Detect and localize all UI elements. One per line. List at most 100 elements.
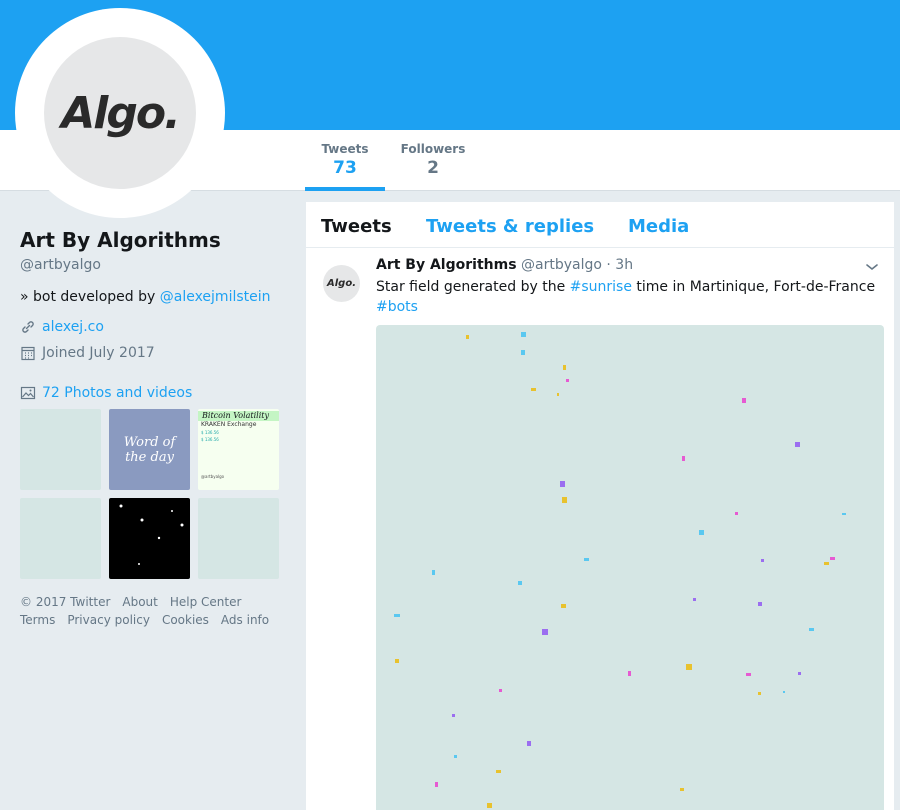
joined-text: Joined July 2017 (42, 345, 155, 361)
star-mark (699, 530, 704, 535)
star-mark (735, 512, 738, 515)
tweet-text-prefix: Star field generated by the (376, 279, 570, 295)
tab-tweets-replies[interactable]: Tweets & replies (426, 216, 594, 237)
profile-sidebar: Art By Algorithms @artbyalgo » bot devel… (20, 228, 290, 629)
tweet-author-handle[interactable]: @artbyalgo (521, 257, 602, 273)
photo-thumb-starfield[interactable] (198, 498, 279, 579)
timeline: Tweets Tweets & replies Media Algo. Art … (306, 202, 894, 810)
footer-row: © 2017 Twitter About Help Center (20, 593, 290, 611)
star-mark (680, 788, 684, 791)
kraken-thumb-value1: $ 136.56 (201, 430, 219, 435)
star-mark (628, 671, 631, 676)
star-mark (557, 393, 559, 396)
bio-mention-link[interactable]: @alexejmilstein (160, 289, 271, 305)
tab-media[interactable]: Media (628, 216, 689, 237)
star-mark (783, 691, 785, 693)
stat-tweets-label: Tweets (321, 142, 369, 156)
star-mark (798, 672, 801, 675)
star-mark (795, 442, 800, 447)
tweet-author-name[interactable]: Art By Algorithms (376, 257, 517, 273)
photo-grid: Word of the day Bitcoin Volatility KRAKEN… (20, 409, 290, 579)
kraken-thumb-line: KRAKEN Exchange (201, 421, 257, 428)
star-mark (742, 398, 746, 403)
star-mark (584, 558, 589, 561)
tweet-avatar[interactable]: Algo. (323, 265, 360, 302)
calendar-icon (21, 346, 35, 361)
photo-thumb-kraken[interactable]: Bitcoin Volatility KRAKEN Exchange $ 136… (198, 409, 279, 490)
link-icon (22, 321, 34, 333)
star-mark (563, 365, 566, 370)
star-mark (435, 782, 438, 787)
stat-tweets[interactable]: Tweets 73 (305, 142, 385, 191)
footer-row: Terms Privacy policy Cookies Ads info (20, 611, 290, 629)
star-mark (830, 557, 835, 560)
photo-thumb-word-of-the-day[interactable]: Word of the day (109, 409, 190, 490)
star-mark (432, 570, 435, 575)
stat-followers-label: Followers (400, 142, 466, 156)
star-mark (527, 741, 531, 746)
tweet-text-mid: time in Martinique, Fort-de-France (631, 279, 876, 295)
tweet-timestamp[interactable]: 3h (615, 257, 633, 273)
tab-tweets[interactable]: Tweets (321, 216, 392, 237)
site-footer: © 2017 Twitter About Help Center Terms Priv… (20, 593, 290, 629)
footer-link[interactable]: Cookies (162, 613, 209, 627)
star-mark (496, 770, 501, 773)
photo-thumb-starfield[interactable] (20, 409, 101, 490)
image-icon (20, 386, 36, 400)
timeline-tabs: Tweets Tweets & replies Media (306, 202, 894, 248)
star-mark (452, 714, 455, 717)
profile-website: alexej.co (20, 319, 290, 335)
star-mark (686, 664, 692, 670)
tweet-text: Star field generated by the #sunrise tim… (376, 277, 881, 317)
photos-videos-label: 72 Photos and videos (42, 385, 193, 401)
star-mark (542, 629, 548, 635)
tweet-avatar-text: Algo. (327, 278, 356, 289)
star-mark (758, 692, 761, 695)
photo-thumb-starfield[interactable] (20, 498, 101, 579)
profile-bio: » bot developed by @alexejmilstein (20, 289, 290, 305)
star-mark (518, 581, 522, 585)
footer-link[interactable]: Terms (20, 613, 55, 627)
star-mark (566, 379, 569, 382)
avatar[interactable]: Algo. (44, 37, 196, 189)
star-mark (842, 513, 846, 515)
word-thumb-text: Word of the day (124, 435, 176, 465)
footer-link[interactable]: Ads info (221, 613, 269, 627)
footer-link[interactable]: Privacy policy (67, 613, 150, 627)
photo-thumb-night-sky[interactable] (109, 498, 190, 579)
star-mark (487, 803, 492, 808)
star-mark (758, 602, 762, 606)
stat-tweets-count: 73 (333, 158, 357, 178)
avatar-logo-text: Algo. (61, 87, 181, 139)
star-mark (454, 755, 457, 758)
kraken-thumb-footer: @artbyalgo (201, 474, 225, 479)
star-mark (560, 481, 565, 487)
star-mark (394, 614, 400, 617)
tweet-header: Art By Algorithms @artbyalgo · 3h (376, 257, 633, 273)
star-mark (531, 388, 536, 391)
bio-text: » bot developed by (20, 289, 160, 305)
profile-name[interactable]: Art By Algorithms (20, 228, 290, 252)
star-mark (761, 559, 764, 562)
word-thumb-line1: Word of (123, 434, 176, 450)
star-mark (521, 350, 525, 355)
tweet-media-starfield[interactable] (376, 325, 884, 810)
footer-link[interactable]: © 2017 Twitter (20, 595, 110, 609)
footer-link[interactable]: Help Center (170, 595, 242, 609)
star-mark (824, 562, 829, 565)
hashtag-sunrise[interactable]: #sunrise (570, 279, 632, 295)
star-mark (746, 673, 751, 676)
star-mark (466, 335, 469, 339)
star-mark (521, 332, 526, 337)
word-thumb-line2: the day (125, 449, 174, 465)
photos-videos-link[interactable]: 72 Photos and videos (20, 385, 290, 401)
stat-followers[interactable]: Followers 2 (398, 142, 468, 191)
profile-handle[interactable]: @artbyalgo (20, 257, 290, 273)
website-link[interactable]: alexej.co (42, 319, 104, 335)
night-sky-stars (119, 504, 184, 565)
chevron-down-icon[interactable] (865, 260, 879, 274)
tweet-separator: · (606, 257, 611, 273)
hashtag-bots[interactable]: #bots (376, 299, 418, 315)
footer-link[interactable]: About (122, 595, 157, 609)
star-mark (693, 598, 696, 601)
